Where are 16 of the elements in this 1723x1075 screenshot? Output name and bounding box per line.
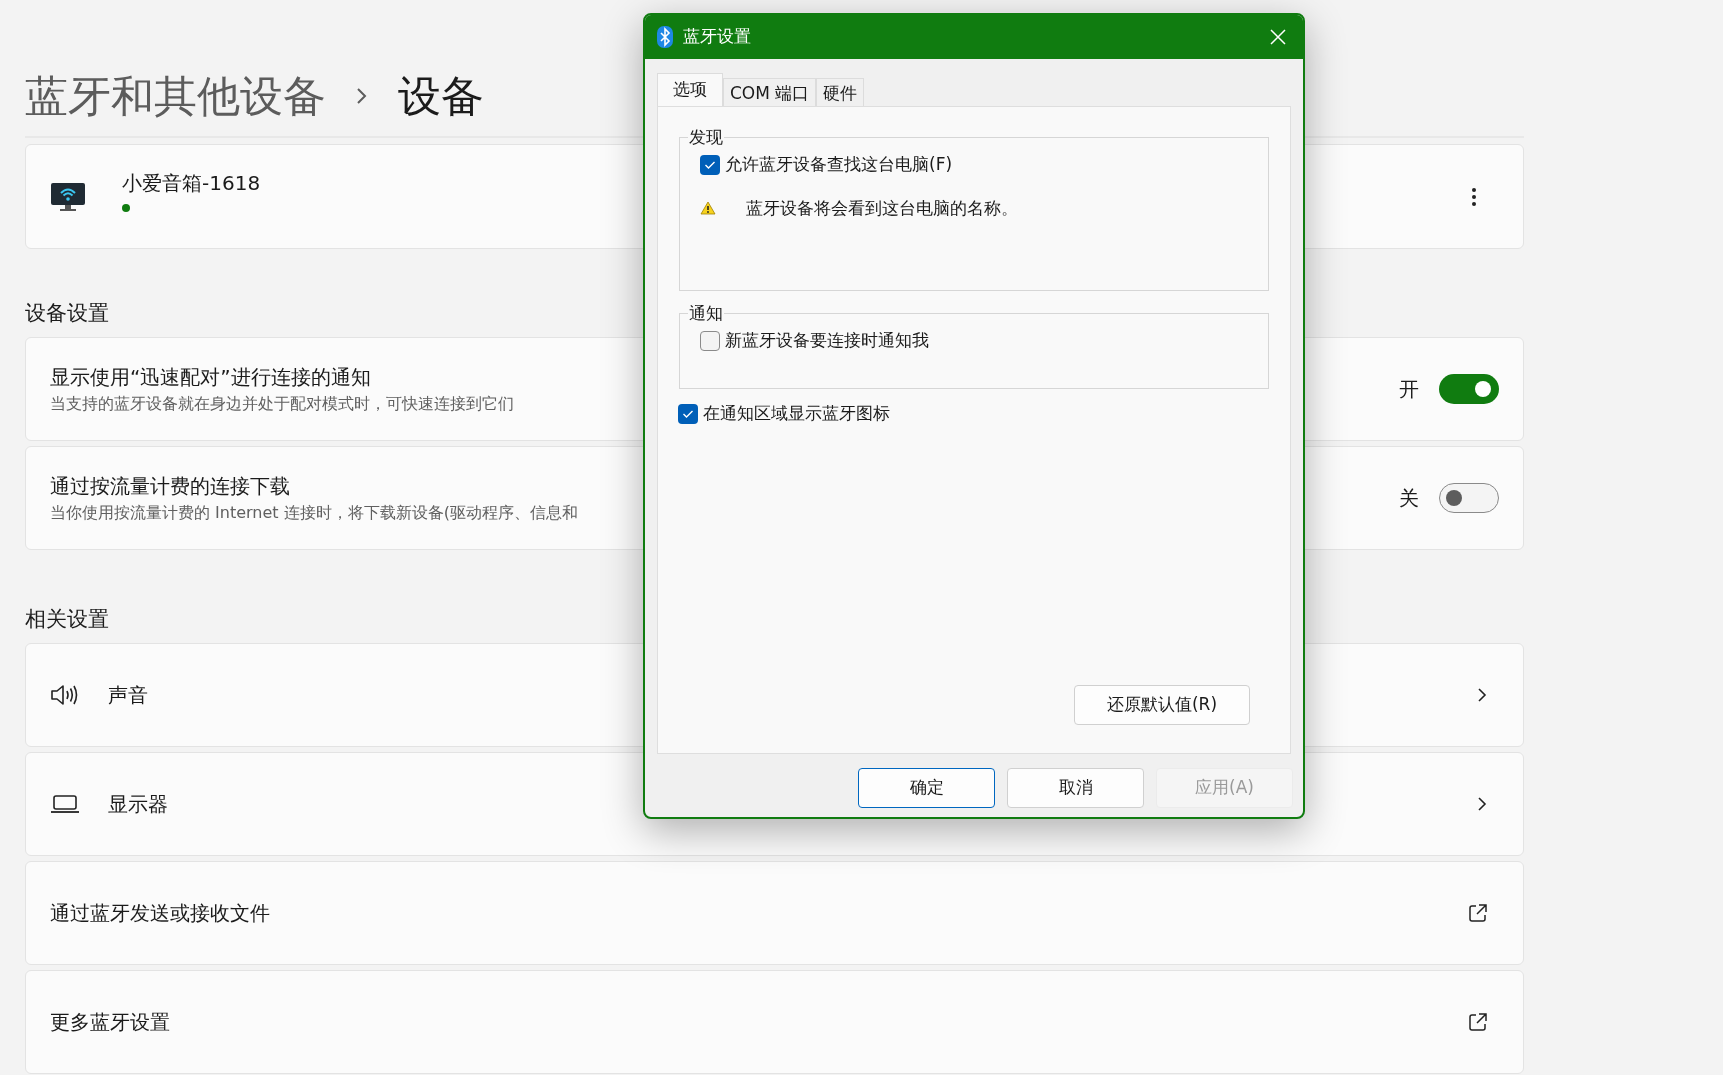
window-title: 蓝牙设置: [683, 25, 751, 49]
setting-title: 声音: [108, 682, 148, 709]
toggle-state-label: 开: [1399, 376, 1419, 403]
setting-title: 通过按流量计费的连接下载: [50, 473, 291, 500]
setting-title: 显示器: [108, 791, 168, 818]
warning-text: 蓝牙设备将会看到这台电脑的名称。: [746, 196, 1018, 220]
breadcrumb-item: 设备: [398, 69, 484, 123]
setting-title: 通过蓝牙发送或接收文件: [50, 900, 270, 927]
section-title: 设备设置: [25, 300, 109, 327]
setting-title: 更多蓝牙设置: [50, 1009, 170, 1036]
setting-description: 当支持的蓝牙设备就在身边并处于配对模式时，可快速连接到它们: [50, 393, 514, 415]
setting-title: 显示使用“迅速配对”进行连接的通知: [50, 364, 372, 391]
section-title: 相关设置: [25, 606, 109, 633]
toggle-state-label: 关: [1399, 485, 1419, 512]
device-name: 小爱音箱-1618: [122, 169, 261, 197]
setting-description: 当你使用按流量计费的 Internet 连接时，将下载新设备(驱动程序、信息和: [50, 502, 578, 524]
